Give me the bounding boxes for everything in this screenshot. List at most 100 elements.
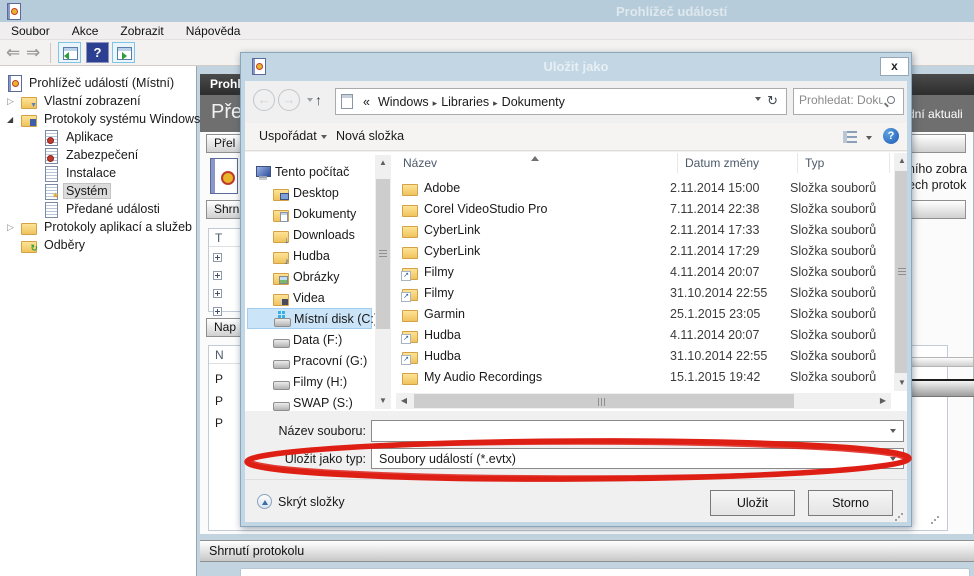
- forward-arrow-icon[interactable]: ⇒: [26, 43, 40, 63]
- menu-zobrazit[interactable]: Zobrazit: [109, 24, 174, 38]
- back-button[interactable]: ←: [253, 89, 275, 111]
- nav-item-obrazky[interactable]: Obrázky: [247, 266, 372, 287]
- scroll-left-icon[interactable]: ◀: [396, 393, 412, 409]
- breadcrumb-libraries[interactable]: Libraries: [437, 95, 493, 109]
- scrollbar-thumb[interactable]: [414, 394, 794, 408]
- address-dropdown-caret-icon[interactable]: [755, 97, 762, 104]
- file-name-dropdown-icon[interactable]: [890, 429, 896, 436]
- horizontal-scrollbar[interactable]: ◀ ▶: [396, 393, 891, 409]
- expand-plus-icon[interactable]: [213, 253, 222, 262]
- menu-soubor[interactable]: Soubor: [0, 24, 61, 38]
- expander-icon[interactable]: [7, 96, 21, 107]
- recent-locations-caret-icon[interactable]: [307, 98, 313, 105]
- expand-plus-icon[interactable]: [213, 289, 222, 298]
- tree-item-event-viewer-root[interactable]: Prohlížeč událostí (Místní): [0, 74, 196, 92]
- scrollbar-thumb[interactable]: [895, 171, 907, 373]
- help-button[interactable]: ?: [86, 42, 109, 63]
- file-name-combobox[interactable]: [371, 420, 904, 442]
- address-bar[interactable]: « Windows Libraries Dokumenty ↻: [335, 88, 787, 115]
- expander-icon[interactable]: [7, 114, 21, 124]
- scroll-up-icon[interactable]: ▲: [375, 155, 391, 171]
- nav-item-desktop[interactable]: Desktop: [247, 182, 372, 203]
- scroll-down-icon[interactable]: ▼: [894, 375, 907, 391]
- expander-icon[interactable]: [7, 222, 21, 233]
- nav-item-hudba[interactable]: Hudba: [247, 245, 372, 266]
- hide-folders-button[interactable]: Skrýt složky: [257, 494, 345, 509]
- cancel-button[interactable]: Storno: [808, 490, 893, 516]
- file-date: 2.11.2014 17:33: [670, 222, 760, 237]
- show-action-pane-button[interactable]: [112, 42, 135, 63]
- search-input[interactable]: [799, 93, 883, 107]
- show-console-tree-button[interactable]: [58, 42, 81, 63]
- scroll-right-icon[interactable]: ▶: [875, 393, 891, 409]
- expand-plus-icon[interactable]: [213, 271, 222, 280]
- file-row[interactable]: Hudba 4.11.2014 20:07 Složka souborů: [400, 324, 876, 345]
- up-button[interactable]: ↑: [315, 92, 322, 108]
- tree-item-instalace[interactable]: Instalace: [0, 164, 196, 182]
- view-caret-icon[interactable]: [866, 136, 872, 143]
- nav-item-dokumenty[interactable]: Dokumenty: [247, 203, 372, 224]
- scroll-up-icon[interactable]: ▲: [894, 153, 907, 169]
- dialog-toolbar: Uspořádat Nová složka ?: [245, 123, 907, 151]
- tree-item-system[interactable]: Systém: [0, 182, 196, 200]
- file-row[interactable]: CyberLink 2.11.2014 17:29 Složka souborů: [400, 240, 876, 261]
- nav-scrollbar[interactable]: ▲ ▼: [375, 155, 391, 409]
- save-button[interactable]: Uložit: [710, 490, 795, 516]
- new-folder-button[interactable]: Nová složka: [336, 129, 404, 143]
- help-icon[interactable]: ?: [883, 128, 899, 144]
- back-arrow-icon[interactable]: ⇐: [6, 43, 20, 63]
- tree-item-aplikace[interactable]: Aplikace: [0, 128, 196, 146]
- column-header-name[interactable]: Název: [396, 153, 678, 173]
- file-row[interactable]: Filmy 31.10.2014 22:55 Složka souborů: [400, 282, 876, 303]
- file-list-scrollbar[interactable]: ▲ ▼: [894, 153, 907, 391]
- nav-item-videa[interactable]: Videa: [247, 287, 372, 308]
- breadcrumb-windows[interactable]: Windows: [374, 95, 433, 109]
- column-header-date[interactable]: Datum změny: [678, 153, 798, 173]
- search-icon[interactable]: [887, 96, 895, 104]
- os-drive-icon: [274, 310, 291, 327]
- tree-item-windows-logs[interactable]: Protokoly systému Windows: [0, 110, 200, 128]
- tree-item-zabezpeceni[interactable]: Zabezpečení: [0, 146, 196, 164]
- folder-icon: [21, 219, 37, 235]
- tree-item-custom-views[interactable]: Vlastní zobrazení: [0, 92, 196, 110]
- nav-item-downloads[interactable]: Downloads: [247, 224, 372, 245]
- file-name: Hudba: [424, 327, 461, 342]
- nav-item-mistni-disk-c[interactable]: Místní disk (C:): [247, 308, 378, 329]
- file-row[interactable]: Hudba 31.10.2014 22:55 Složka souborů: [400, 345, 876, 366]
- refresh-icon[interactable]: ↻: [761, 94, 786, 109]
- nav-item-tento-pocitac[interactable]: Tento počítač: [247, 161, 372, 182]
- file-row[interactable]: CyberLink 2.11.2014 17:33 Složka souborů: [400, 219, 876, 240]
- expand-plus-icon[interactable]: [213, 307, 222, 316]
- scroll-down-icon[interactable]: ▼: [375, 393, 391, 409]
- change-view-icon[interactable]: [843, 131, 857, 143]
- tree-item-app-service-logs[interactable]: Protokoly aplikací a služeb: [0, 218, 196, 236]
- resize-grip[interactable]: [930, 515, 939, 524]
- nav-item-pracovni-g[interactable]: Pracovní (G:): [247, 350, 372, 371]
- tree-item-predane-udalosti[interactable]: Předané události: [0, 200, 196, 218]
- menu-napoveda[interactable]: Nápověda: [175, 24, 252, 38]
- nav-item-filmy-h[interactable]: Filmy (H:): [247, 371, 372, 392]
- nav-item-data-f[interactable]: Data (F:): [247, 329, 372, 350]
- column-header-type[interactable]: Typ: [798, 153, 890, 173]
- documents-folder-icon: [273, 206, 289, 222]
- file-type: Složka souborů: [790, 369, 877, 384]
- save-type-dropdown-icon[interactable]: [890, 457, 896, 464]
- forward-button[interactable]: →: [278, 89, 300, 111]
- log-summary-section-bar[interactable]: Shrnutí protokolu: [200, 540, 974, 562]
- file-row[interactable]: Corel VideoStudio Pro 7.11.2014 22:38 Slož…: [400, 198, 876, 219]
- dialog-resize-grip[interactable]: [894, 512, 903, 521]
- nav-item-swap-s[interactable]: SWAP (S:): [247, 392, 372, 413]
- file-row[interactable]: My Audio Recordings 15.1.2015 19:42 Složka…: [400, 366, 876, 387]
- tree-item-label: Odběry: [44, 238, 85, 252]
- scrollbar-thumb[interactable]: [376, 179, 390, 329]
- breadcrumb-overflow-chevron[interactable]: «: [359, 95, 374, 109]
- save-type-combobox[interactable]: Soubory událostí (*.evtx): [371, 448, 904, 469]
- tree-item-odbery[interactable]: Odběry: [0, 236, 196, 254]
- breadcrumb-dokumenty[interactable]: Dokumenty: [498, 95, 569, 109]
- file-row[interactable]: Adobe 2.11.2014 15:00 Složka souborů: [400, 177, 876, 198]
- organize-button[interactable]: Uspořádat: [259, 129, 327, 143]
- file-row[interactable]: Garmin 25.1.2015 23:05 Složka souborů: [400, 303, 876, 324]
- file-row[interactable]: Filmy 4.11.2014 20:07 Složka souborů: [400, 261, 876, 282]
- menu-akce[interactable]: Akce: [61, 24, 110, 38]
- close-button[interactable]: x: [880, 57, 909, 76]
